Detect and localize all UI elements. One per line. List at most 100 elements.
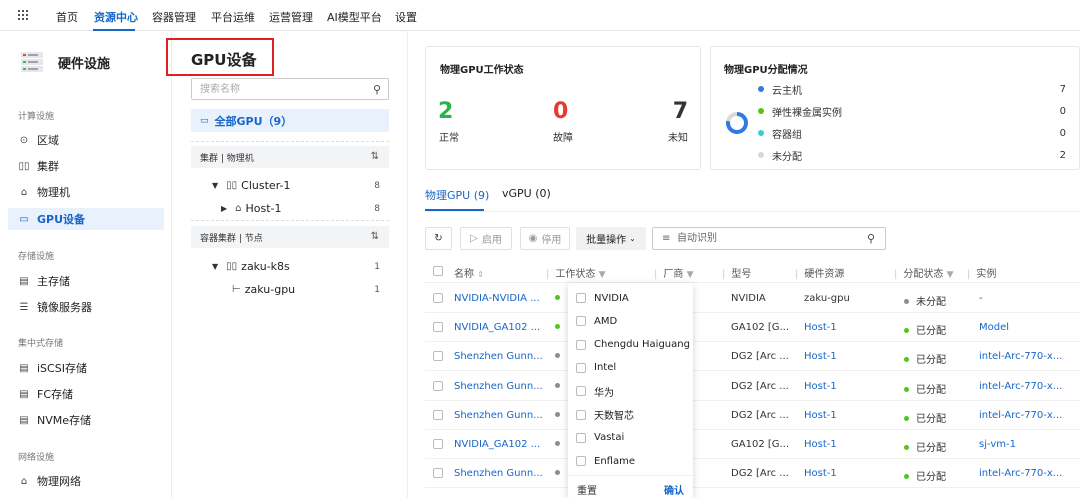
gpu-name-link[interactable]: Shenzhen Gunn... xyxy=(454,351,546,362)
alloc-dot xyxy=(904,386,909,392)
filter-funnel-icon[interactable]: ▼ xyxy=(947,270,954,280)
sidebar-item-physical-network[interactable]: ⌂ 物理网络 xyxy=(8,470,164,492)
tree-node-host[interactable]: ▶ ⌂ Host-1 8 xyxy=(221,202,380,215)
disable-button[interactable]: ◉ 停用 xyxy=(520,227,570,250)
select-all-checkbox[interactable] xyxy=(433,266,443,276)
vendor-option[interactable]: NVIDIA xyxy=(576,290,629,306)
row-checkbox[interactable] xyxy=(433,439,443,449)
filter-input[interactable] xyxy=(677,230,857,247)
nav-resource-center[interactable]: 资源中心 xyxy=(94,9,138,25)
alloc-status-cell: 已分配 xyxy=(904,381,946,396)
reset-button[interactable]: 重置 xyxy=(577,482,597,497)
vendor-option[interactable]: 华为 xyxy=(576,383,614,399)
tree-node-k8s-cluster[interactable]: ▼ ▯▯ zaku-k8s 1 xyxy=(212,260,380,273)
nav-platform-ops[interactable]: 平台运维 xyxy=(211,9,255,25)
sidebar-item-gpu[interactable]: ▭ GPU设备 xyxy=(8,208,164,230)
vendor-option[interactable]: Chengdu Haiguang xyxy=(576,337,690,353)
hardware-cell[interactable]: Host-1 xyxy=(804,322,837,333)
all-gpu-node[interactable]: ▭ 全部GPU（9） xyxy=(191,109,389,132)
confirm-button[interactable]: 确认 xyxy=(664,482,684,497)
filter-funnel-icon[interactable]: ▼ xyxy=(687,270,694,280)
sort-icon[interactable]: ⇅ xyxy=(371,231,379,242)
vendor-checkbox[interactable] xyxy=(576,386,586,397)
nav-home[interactable]: 首页 xyxy=(56,9,78,25)
vendor-option[interactable]: Vastai xyxy=(576,430,624,446)
alloc-row-baremetal: 弹性裸金属实例 0 xyxy=(758,103,1066,119)
filter-funnel-icon[interactable]: ▼ xyxy=(599,270,606,280)
row-checkbox[interactable] xyxy=(433,380,443,391)
row-checkbox[interactable] xyxy=(433,322,443,333)
instance-cell[interactable]: sj-vm-1 xyxy=(979,439,1075,450)
hardware-cell[interactable]: Host-1 xyxy=(804,351,837,362)
enable-button[interactable]: ▷ 启用 xyxy=(460,227,512,250)
vendor-checkbox[interactable] xyxy=(576,339,586,350)
sidebar-item-region[interactable]: ⊙ 区域 xyxy=(8,129,164,151)
vendor-checkbox[interactable] xyxy=(576,432,586,443)
col-status[interactable]: | 工作状态 ▼ xyxy=(546,265,605,280)
caret-down-icon[interactable]: ▼ xyxy=(212,181,218,190)
col-name[interactable]: 名称 ⇕ xyxy=(454,265,484,280)
caret-right-icon[interactable]: ▶ xyxy=(221,204,227,213)
vendor-checkbox[interactable] xyxy=(576,316,586,327)
sort-icon[interactable]: ⇅ xyxy=(371,151,379,162)
alloc-text: 已分配 xyxy=(916,355,946,367)
card-title: 物理GPU工作状态 xyxy=(440,65,524,76)
hardware-cell[interactable]: Host-1 xyxy=(804,439,837,450)
hardware-cell[interactable]: Host-1 xyxy=(804,381,837,392)
sidebar-item-primary-storage[interactable]: ▤ 主存储 xyxy=(8,270,164,292)
row-checkbox[interactable] xyxy=(433,351,443,362)
tree-node-cluster[interactable]: ▼ ▯▯ Cluster-1 8 xyxy=(212,179,380,192)
model-cell: DG2 [Arc ... xyxy=(731,351,789,363)
sidebar-item-nvme[interactable]: ▤ NVMe存储 xyxy=(8,409,164,431)
tab-vgpu[interactable]: vGPU (0) xyxy=(502,187,551,200)
vendor-option[interactable]: Intel xyxy=(576,360,616,376)
vendor-option-label: Enflame xyxy=(594,455,635,467)
gpu-name-link[interactable]: Shenzhen Gunn... xyxy=(454,410,546,421)
app-grid-icon[interactable] xyxy=(17,9,29,21)
vendor-checkbox[interactable] xyxy=(576,456,586,467)
col-alloc-status[interactable]: | 分配状态 ▼ xyxy=(894,265,953,280)
nav-ai-model-platform[interactable]: AI模型平台 xyxy=(327,9,382,25)
sidebar-item-host[interactable]: ⌂ 物理机 xyxy=(8,181,164,203)
hardware-cell[interactable]: Host-1 xyxy=(804,410,837,421)
vendor-checkbox[interactable] xyxy=(576,409,586,420)
filter-search: ≡ ⚲ xyxy=(652,227,886,250)
tree-search-input[interactable] xyxy=(192,79,362,99)
instance-cell[interactable]: Model xyxy=(979,322,1075,333)
vendor-option[interactable]: Enflame xyxy=(576,453,635,469)
nav-settings[interactable]: 设置 xyxy=(395,9,417,25)
nav-operations-mgmt[interactable]: 运营管理 xyxy=(269,9,313,25)
alloc-dot xyxy=(904,328,909,334)
row-checkbox[interactable] xyxy=(433,293,443,303)
instance-cell[interactable]: intel-Arc-770-x... xyxy=(979,410,1075,421)
tree-node-k8s-node[interactable]: ⊢ zaku-gpu 1 xyxy=(232,283,380,296)
instance-cell[interactable]: intel-Arc-770-x... xyxy=(979,468,1075,479)
row-checkbox[interactable] xyxy=(433,409,443,420)
vendor-option[interactable]: AMD xyxy=(576,313,617,329)
gpu-name-link[interactable]: Shenzhen Gunn... xyxy=(454,468,546,479)
gpu-name-link[interactable]: Shenzhen Gunn... xyxy=(454,381,546,392)
caret-down-icon[interactable]: ▼ xyxy=(212,262,218,271)
search-icon[interactable]: ⚲ xyxy=(867,232,875,245)
sidebar-item-cluster[interactable]: ▯▯ 集群 xyxy=(8,155,164,177)
nav-container-mgmt[interactable]: 容器管理 xyxy=(152,9,196,25)
search-icon[interactable]: ⚲ xyxy=(373,83,381,96)
gpu-name-link[interactable]: NVIDIA_GA102 ... xyxy=(454,439,546,450)
vendor-checkbox[interactable] xyxy=(576,362,586,373)
vendor-checkbox[interactable] xyxy=(576,293,586,303)
instance-cell[interactable]: intel-Arc-770-x... xyxy=(979,381,1075,392)
tab-physical-gpu[interactable]: 物理GPU (9) xyxy=(425,187,489,203)
gpu-name-link[interactable]: NVIDIA_GA102 ... xyxy=(454,322,546,333)
batch-actions-button[interactable]: 批量操作 ⌄ xyxy=(576,227,646,250)
sidebar-item-iscsi[interactable]: ▤ iSCSI存储 xyxy=(8,357,164,379)
hardware-cell[interactable]: Host-1 xyxy=(804,468,837,479)
refresh-button[interactable]: ↻ xyxy=(425,227,452,250)
sidebar-item-image-server[interactable]: ☰ 镜像服务器 xyxy=(8,296,164,318)
row-checkbox[interactable] xyxy=(433,468,443,479)
gpu-name-link[interactable]: NVIDIA-NVIDIA ... xyxy=(454,293,546,304)
instance-cell[interactable]: intel-Arc-770-x... xyxy=(979,351,1075,362)
sort-icon[interactable]: ⇕ xyxy=(477,270,484,279)
sidebar-item-fc[interactable]: ▤ FC存储 xyxy=(8,383,164,405)
vendor-option[interactable]: 天数智芯 xyxy=(576,407,634,423)
col-vendor[interactable]: | 厂商 ▼ xyxy=(654,265,693,280)
